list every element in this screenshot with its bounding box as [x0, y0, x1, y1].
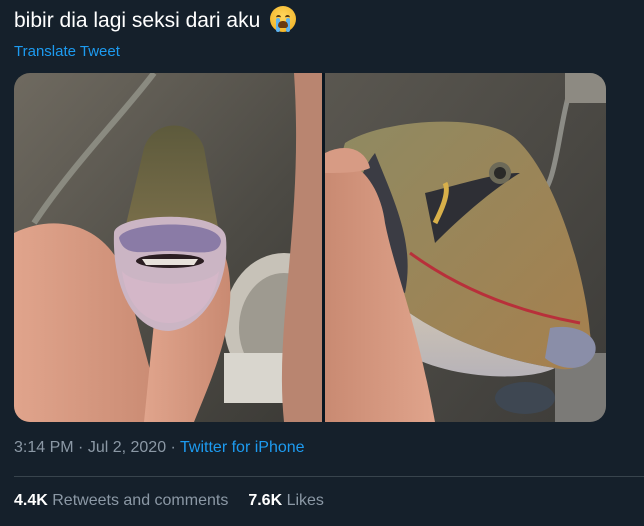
tweet-text: bibir dia lagi seksi dari aku	[14, 6, 297, 36]
tweet-stats: 4.4K Retweets and comments 7.6K Likes	[14, 492, 324, 510]
retweets-label: Retweets and comments	[52, 492, 229, 509]
tweet-media[interactable]	[14, 73, 606, 422]
likes-label: Likes	[286, 492, 324, 509]
likes-stat[interactable]: 7.6K Likes	[248, 492, 324, 509]
meta-separator: ·	[166, 439, 181, 456]
retweets-stat[interactable]: 4.4K Retweets and comments	[14, 492, 228, 509]
tweet-meta: 3:14 PM · Jul 2, 2020 · Twitter for iPho…	[14, 439, 305, 457]
tweet-date[interactable]: Jul 2, 2020	[88, 439, 166, 456]
divider	[14, 476, 644, 477]
photo-fish-lips-front[interactable]	[14, 73, 322, 422]
retweets-count: 4.4K	[14, 492, 48, 509]
meta-separator: ·	[73, 439, 88, 456]
photo-fish-lips-side[interactable]	[325, 73, 606, 422]
tweet-text-content: bibir dia lagi seksi dari aku	[14, 9, 261, 32]
tweet-source-link[interactable]: Twitter for iPhone	[180, 439, 305, 456]
loudly-crying-face-icon	[270, 6, 297, 32]
tweet-time[interactable]: 3:14 PM	[14, 439, 74, 456]
likes-count: 7.6K	[248, 492, 283, 509]
translate-tweet-link[interactable]: Translate Tweet	[14, 43, 120, 60]
